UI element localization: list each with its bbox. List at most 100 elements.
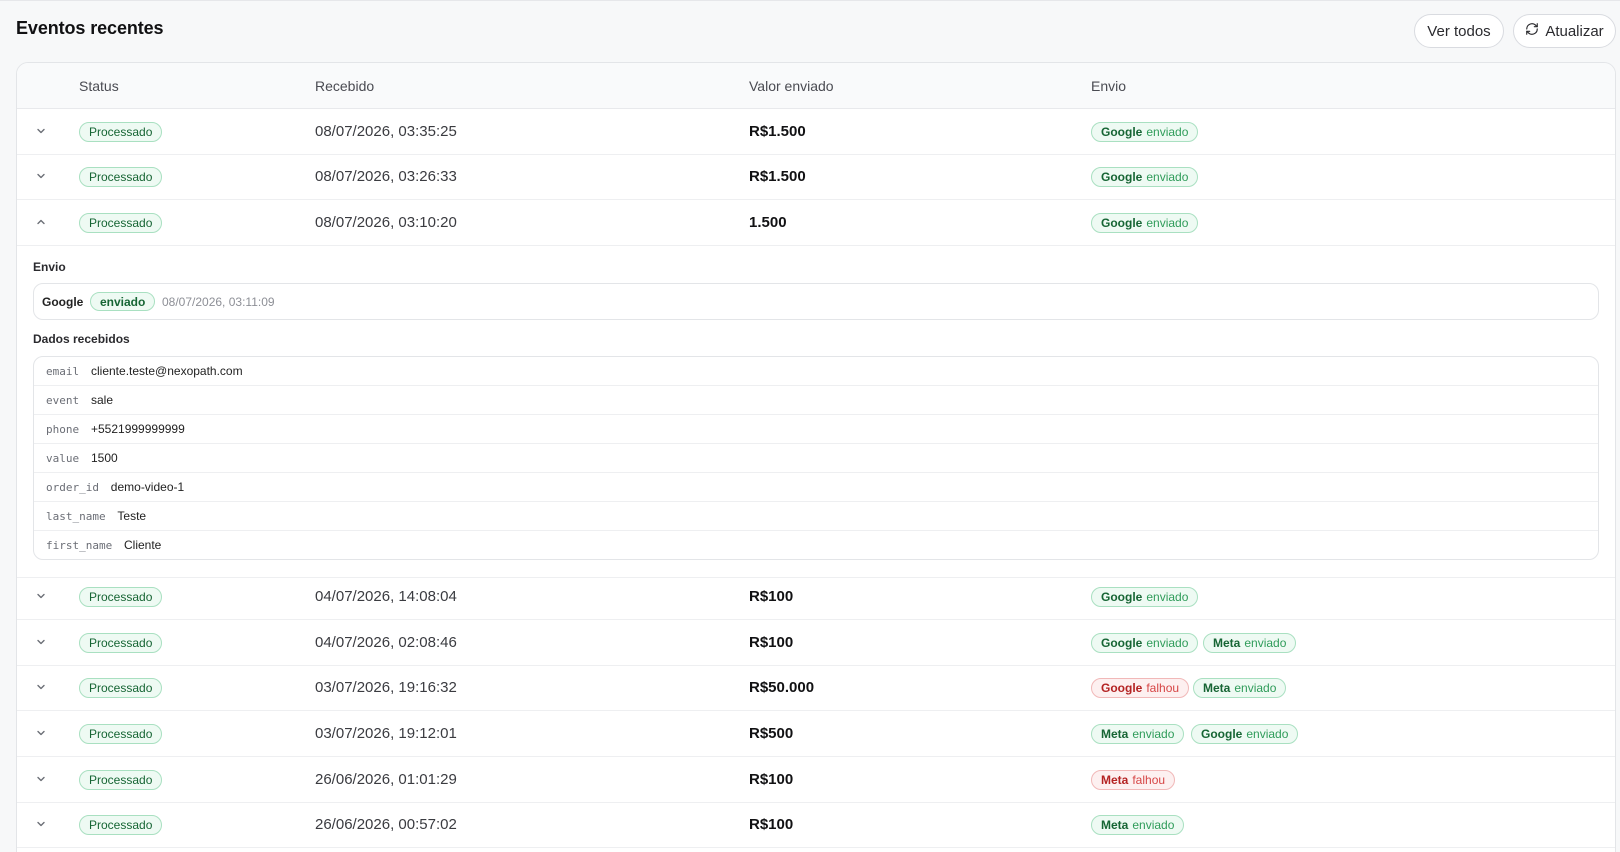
received-timestamp: 26/06/2026, 01:01:29 [315, 771, 457, 788]
data-field-row: event sale [34, 386, 1598, 415]
column-header-value: Valor enviado [749, 78, 834, 94]
expanded-row-detail: Envio Google enviado 08/07/2026, 03:11:0… [17, 247, 1615, 578]
top-divider [0, 0, 1620, 1]
chevron-down-icon[interactable] [35, 773, 47, 785]
sent-value: R$100 [749, 588, 794, 605]
send-status-badge: Meta enviado [1091, 724, 1185, 744]
table-row[interactable]: Processado 26/06/2026, 01:01:29 R$100 Meta f… [17, 757, 1615, 803]
data-field-value: 1500 [91, 451, 118, 465]
send-provider: Google [1101, 170, 1143, 184]
data-field-key: event [46, 394, 80, 407]
table-row[interactable]: Processado 08/07/2026, 03:26:33 R$1.500 Goo… [17, 154, 1615, 200]
sent-value: R$100 [749, 771, 794, 788]
envio-timestamp: 08/07/2026, 03:11:09 [162, 295, 275, 309]
send-result: enviado [1146, 636, 1189, 650]
column-header-received: Recebido [315, 78, 375, 94]
table-row[interactable]: Processado 03/07/2026, 19:12:01 R$500 Meta e… [17, 711, 1615, 757]
send-result: enviado [1246, 727, 1289, 741]
data-field-key: last_name [46, 510, 106, 523]
chevron-down-icon[interactable] [35, 636, 47, 648]
data-field-row: value 1500 [34, 444, 1598, 473]
envio-provider: Google [42, 295, 84, 309]
data-field-key: email [46, 365, 80, 378]
data-field-row: first_name Cliente [34, 531, 1598, 559]
send-provider: Google [1101, 636, 1143, 650]
send-result: enviado [1234, 681, 1277, 695]
status-badge: Processado [79, 213, 163, 233]
refresh-icon [1525, 22, 1539, 40]
send-result: enviado [1132, 818, 1175, 832]
send-result: enviado [1244, 636, 1287, 650]
data-field-value: cliente.teste@nexopath.com [91, 364, 243, 378]
chevron-down-icon[interactable] [35, 818, 47, 830]
sent-value: R$100 [749, 634, 794, 651]
send-status-badge: Google enviado [1191, 724, 1299, 744]
send-status-badge: Google enviado [1091, 633, 1199, 653]
status-badge: Processado [79, 678, 163, 698]
envio-section-label: Envio [33, 260, 66, 274]
envio-cell: Meta enviado Google enviado [1091, 711, 1591, 757]
send-provider: Google [1101, 681, 1143, 695]
send-provider: Meta [1213, 636, 1241, 650]
envio-status-badge: enviado [90, 292, 156, 311]
send-provider: Google [1101, 590, 1143, 604]
page-title: Eventos recentes [16, 18, 164, 38]
data-field-key: phone [46, 423, 80, 436]
column-header-envio: Envio [1091, 78, 1127, 94]
send-status-badge: Google enviado [1091, 587, 1199, 607]
status-badge: Processado [79, 167, 163, 187]
send-status-badge: Google falhou [1091, 678, 1190, 698]
send-result: falhou [1146, 681, 1180, 695]
received-timestamp: 04/07/2026, 14:08:04 [315, 588, 457, 605]
chevron-down-icon[interactable] [35, 727, 47, 739]
chevron-down-icon[interactable] [35, 590, 47, 602]
data-field-row: phone +5521999999999 [34, 415, 1598, 444]
send-status-badge: Meta enviado [1091, 815, 1185, 835]
data-field-row: last_name Teste [34, 502, 1598, 531]
envio-cell: Meta falhou [1091, 757, 1591, 803]
column-header-status: Status [79, 78, 119, 94]
chevron-down-icon[interactable] [35, 125, 47, 137]
received-timestamp: 08/07/2026, 03:35:25 [315, 123, 457, 140]
table-row[interactable]: Processado 26/06/2026, 00:57:02 R$100 Meta e… [17, 802, 1615, 848]
table-row[interactable]: Processado 08/07/2026, 03:35:25 R$1.500 Goo… [17, 109, 1615, 155]
status-badge: Processado [79, 770, 163, 790]
send-status-badge: Meta enviado [1193, 678, 1287, 698]
chevron-up-icon[interactable] [35, 216, 47, 228]
table-row[interactable]: Processado 04/07/2026, 02:08:46 R$100 Googl… [17, 620, 1615, 666]
send-status-badge: Google enviado [1091, 122, 1199, 142]
send-result: enviado [1146, 216, 1189, 230]
view-all-button[interactable]: Ver todos [1414, 14, 1504, 48]
table-row[interactable]: Processado 08/07/2026, 03:10:20 1.500 Googl… [17, 200, 1615, 246]
status-badge: Processado [79, 587, 163, 607]
send-result: enviado [1146, 125, 1189, 139]
status-badge: Processado [79, 724, 163, 744]
sent-value: 1.500 [749, 214, 787, 231]
data-field-key: first_name [46, 539, 113, 552]
sent-value: R$1.500 [749, 168, 806, 185]
send-status-badge: Google enviado [1091, 167, 1199, 187]
received-timestamp: 08/07/2026, 03:26:33 [315, 168, 457, 185]
send-provider: Google [1201, 727, 1243, 741]
status-badge: Processado [79, 122, 163, 142]
sent-value: R$100 [749, 816, 794, 833]
table-row[interactable]: Processado 04/07/2026, 14:08:04 R$100 Googl… [17, 574, 1615, 620]
data-field-row: email cliente.teste@nexopath.com [34, 357, 1598, 386]
envio-cell: Google enviado Meta enviado [1091, 620, 1591, 666]
received-data-box: email cliente.teste@nexopath.com event sale… [33, 356, 1599, 560]
table-row[interactable]: Processado 03/07/2026, 19:16:32 R$50.000 Go… [17, 665, 1615, 711]
chevron-down-icon[interactable] [35, 681, 47, 693]
chevron-down-icon[interactable] [35, 170, 47, 182]
data-field-value: demo-video-1 [110, 480, 185, 494]
data-field-key: value [46, 452, 80, 465]
status-badge: Processado [79, 815, 163, 835]
envio-cell: Google enviado [1091, 574, 1591, 620]
data-field-value: Teste [117, 509, 147, 523]
page-header: Eventos recentes Ver todos Atualizar [16, 14, 1616, 48]
data-field-value: Cliente [124, 538, 162, 552]
data-section-label: Dados recebidos [33, 332, 130, 346]
refresh-button[interactable]: Atualizar [1513, 14, 1616, 48]
envio-cell: Google enviado [1091, 109, 1591, 155]
received-timestamp: 08/07/2026, 03:10:20 [315, 214, 457, 231]
received-timestamp: 03/07/2026, 19:12:01 [315, 725, 457, 742]
